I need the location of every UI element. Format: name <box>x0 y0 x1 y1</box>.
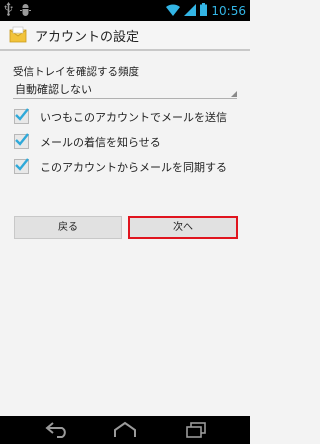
wifi-icon <box>166 1 181 20</box>
email-app-icon <box>8 26 28 44</box>
back-button[interactable]: 戻る <box>14 216 122 239</box>
signal-icon <box>184 1 197 20</box>
page-title: アカウントの設定 <box>35 30 140 45</box>
home-icon[interactable] <box>112 421 138 443</box>
sync-frequency-label: 受信トレイを確認する頻度 <box>13 66 139 78</box>
option-label: メールの着信を知らせる <box>40 136 161 149</box>
checkbox-checked-icon[interactable] <box>14 133 29 149</box>
sync-frequency-dropdown[interactable]: 自動確認しない <box>13 78 237 99</box>
checkbox-checked-icon[interactable] <box>14 108 29 124</box>
next-button[interactable]: 次へ <box>128 216 238 239</box>
option-label: このアカウントからメールを同期する <box>40 161 227 174</box>
battery-icon <box>200 1 208 20</box>
status-bar: 10:56 <box>0 0 250 21</box>
recent-apps-icon[interactable] <box>184 421 208 443</box>
action-bar: アカウントの設定 <box>0 21 250 51</box>
debug-icon <box>20 1 31 20</box>
navigation-bar <box>0 416 250 444</box>
option-label: いつもこのアカウントでメールを送信 <box>40 111 227 124</box>
back-icon[interactable] <box>45 421 69 443</box>
dropdown-arrow-icon <box>231 91 237 97</box>
checkbox-checked-icon[interactable] <box>14 158 29 174</box>
status-time: 10:56 <box>211 3 246 18</box>
usb-icon <box>4 1 13 20</box>
sync-frequency-value: 自動確認しない <box>15 83 92 96</box>
option-sync-email[interactable]: このアカウントからメールを同期する <box>14 156 242 178</box>
option-notify-email[interactable]: メールの着信を知らせる <box>14 131 242 153</box>
option-send-from-account[interactable]: いつもこのアカウントでメールを送信 <box>14 106 242 128</box>
